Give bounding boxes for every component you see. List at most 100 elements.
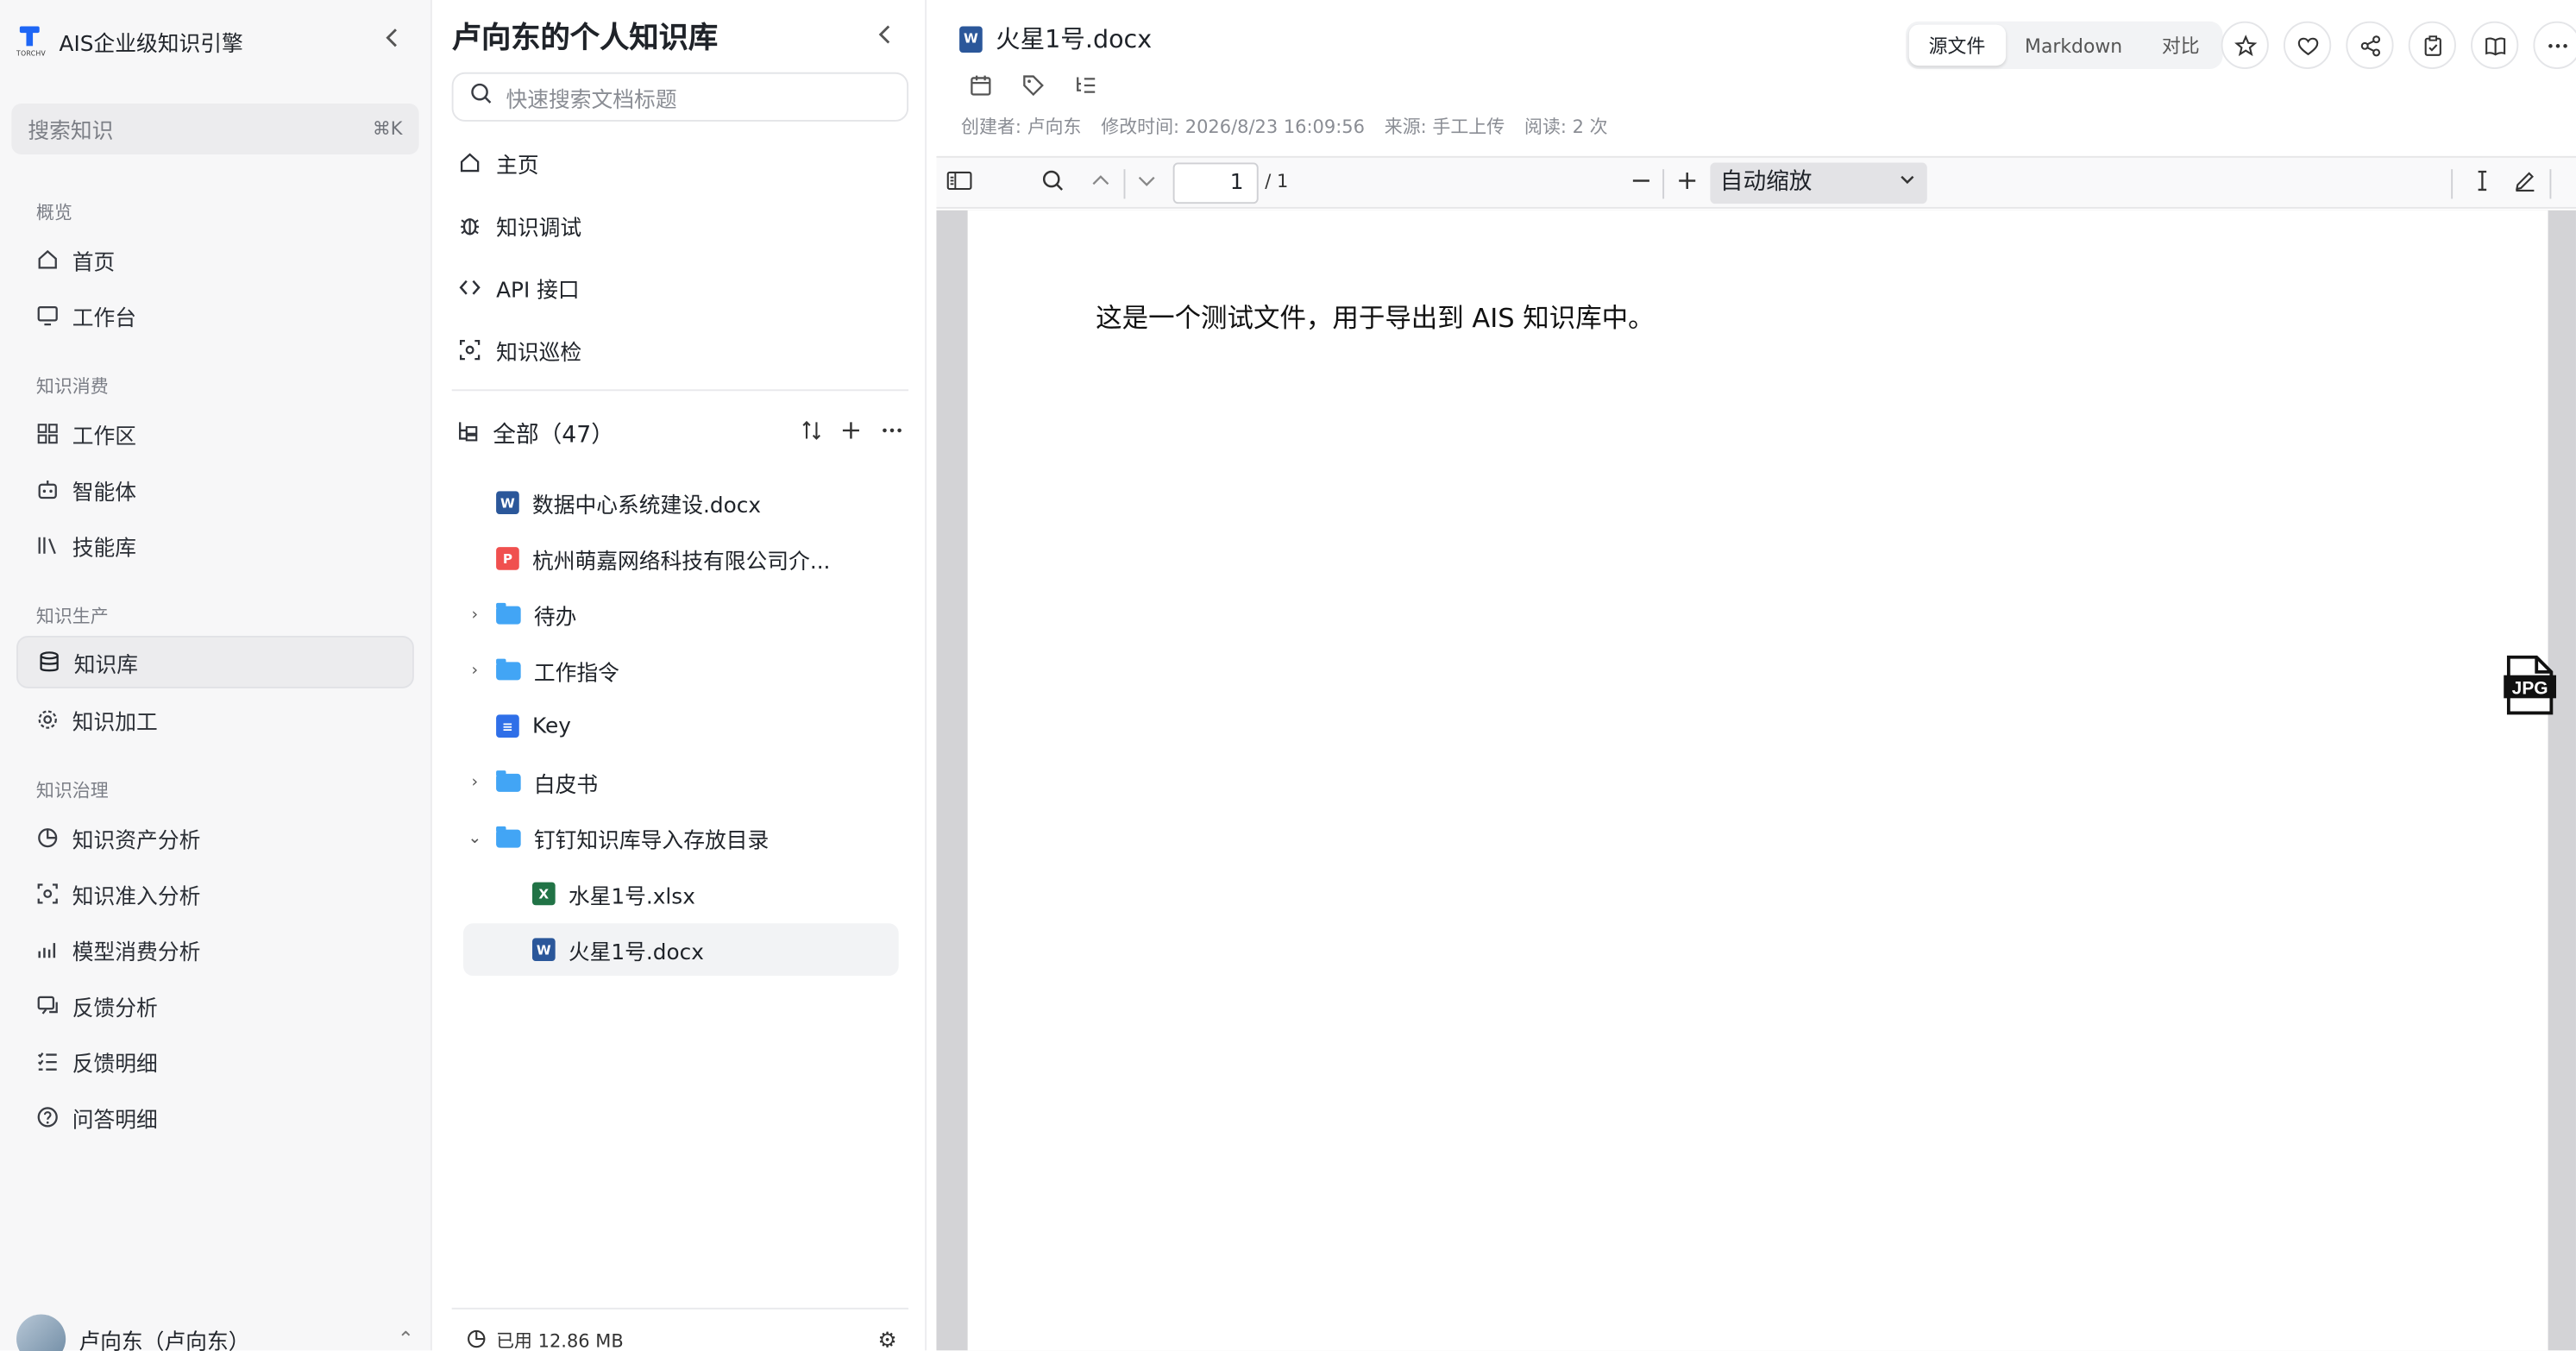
- zoom-in-icon[interactable]: [1675, 169, 1699, 198]
- brand-title: AIS企业级知识引擎: [59, 32, 243, 57]
- kb-menu-home[interactable]: 主页: [456, 138, 900, 187]
- nav-skills[interactable]: 技能库: [16, 519, 414, 572]
- sidebar-search[interactable]: 搜索知识 ⌘K: [11, 103, 419, 155]
- kb-menu-debug[interactable]: 知识调试: [456, 200, 900, 249]
- brand[interactable]: TORCHV AIS企业级知识引擎: [16, 23, 243, 60]
- chevron-right-icon[interactable]: ›: [463, 661, 487, 679]
- tree-item-file[interactable]: ≡ Key: [463, 700, 899, 752]
- nav-label: 模型消费分析: [72, 940, 201, 965]
- pdf-file-icon: P: [496, 547, 519, 570]
- question-icon: [36, 1106, 60, 1129]
- nav-label: 首页: [72, 250, 116, 275]
- storage-footer: 已用 12.86 MB ⚙: [467, 1328, 897, 1351]
- tree-item-label: Key: [531, 713, 571, 738]
- chevron-left-icon: [878, 25, 890, 44]
- pen-icon[interactable]: [2514, 169, 2537, 198]
- chevron-right-icon[interactable]: ›: [463, 606, 487, 624]
- document-view: W 火星1号.docx 创建者: 卢向东 修改时间: 2026/8/23 16:…: [929, 0, 2576, 1351]
- avatar: [16, 1314, 66, 1351]
- nav-agent[interactable]: 智能体: [16, 463, 414, 516]
- folder-icon: [496, 825, 521, 847]
- nav-label: 工作区: [72, 424, 137, 449]
- nav-label: 知识准入分析: [72, 884, 201, 910]
- collapse-sidebar-button[interactable]: [381, 26, 407, 52]
- scan-icon: [456, 338, 482, 361]
- excel-file-icon: X: [531, 882, 556, 906]
- zoom-out-icon[interactable]: [1630, 169, 1653, 198]
- document-viewport[interactable]: 这是一个测试文件，用于导出到 AIS 知识库中。 JPG: [936, 210, 2576, 1351]
- kb-menu-api[interactable]: API 接口: [456, 263, 900, 312]
- tree-item-file[interactable]: W 数据中心系统建设.docx: [463, 476, 899, 529]
- like-button[interactable]: [2283, 21, 2332, 69]
- more-options-button[interactable]: [2533, 21, 2576, 69]
- outline-icon[interactable]: [1074, 74, 1097, 104]
- settings-icon[interactable]: ⚙: [878, 1329, 897, 1351]
- nav-knowledge-processing[interactable]: 知识加工: [16, 694, 414, 746]
- doc-title: 火星1号.docx: [996, 24, 1153, 54]
- nav-workspace[interactable]: 工作区: [16, 407, 414, 460]
- nav-model-analysis[interactable]: 模型消费分析: [16, 923, 414, 976]
- chevron-right-icon[interactable]: ›: [463, 773, 487, 791]
- more-icon[interactable]: [881, 421, 904, 447]
- sort-icon[interactable]: [801, 420, 821, 447]
- nav-feedback-analysis[interactable]: 反馈分析: [16, 979, 414, 1032]
- tree-item-folder[interactable]: › 工作指令: [463, 644, 899, 696]
- collapse-kb-panel-button[interactable]: [874, 23, 897, 53]
- left-sidebar: TORCHV AIS企业级知识引擎 搜索知识 ⌘K 概览 首页 工作台 知识消费…: [0, 0, 432, 1351]
- tree-item-folder[interactable]: › 白皮书: [463, 756, 899, 808]
- chevron-down-icon[interactable]: ⌄: [463, 829, 487, 847]
- nav-qa-detail[interactable]: 问答明细: [16, 1090, 414, 1143]
- divider: [2451, 169, 2453, 199]
- search-icon[interactable]: [1041, 169, 1065, 198]
- nav-feedback-detail[interactable]: 反馈明细: [16, 1035, 414, 1088]
- chevron-down-icon[interactable]: [1135, 169, 1159, 198]
- jpg-file-icon[interactable]: JPG: [2504, 654, 2557, 716]
- nav-admission-analysis[interactable]: 知识准入分析: [16, 867, 414, 920]
- more-icon: [2548, 43, 2567, 47]
- doc-header: W 火星1号.docx: [959, 22, 1152, 56]
- tab-compare[interactable]: 对比: [2142, 25, 2220, 66]
- text-cursor-icon[interactable]: [2471, 169, 2494, 198]
- tab-source-file[interactable]: 源文件: [1908, 24, 2006, 66]
- favorite-button[interactable]: [2221, 21, 2269, 69]
- bar-chart-icon: [36, 938, 60, 961]
- search-icon: [470, 82, 493, 111]
- nav-home[interactable]: 首页: [16, 233, 414, 286]
- tree-item-folder[interactable]: ⌄ 钉钉知识库导入存放目录: [463, 812, 899, 864]
- library-icon: [36, 534, 60, 557]
- share-button[interactable]: [2346, 21, 2394, 69]
- tree-item-file-selected[interactable]: W 火星1号.docx: [463, 923, 899, 977]
- user-menu[interactable]: 卢向东（卢向东） ⌃: [16, 1314, 414, 1351]
- zoom-select[interactable]: 自动缩放: [1710, 162, 1927, 204]
- tab-markdown[interactable]: Markdown: [2005, 25, 2142, 66]
- reader-button[interactable]: [2471, 21, 2519, 69]
- tree-item-folder[interactable]: › 待办: [463, 588, 899, 641]
- nav-label: 知识库: [73, 652, 138, 678]
- chat-icon: [36, 994, 60, 1017]
- nav-asset-analysis[interactable]: 知识资产分析: [16, 812, 414, 864]
- add-icon[interactable]: [841, 421, 861, 447]
- tree-title: 全部（47）: [493, 422, 614, 449]
- tree-item-label: 数据中心系统建设.docx: [531, 493, 762, 518]
- nav-workbench[interactable]: 工作台: [16, 289, 414, 342]
- nav-label: 反馈明细: [72, 1052, 158, 1078]
- chevron-up-icon[interactable]: [1090, 169, 1113, 198]
- tree-item-file[interactable]: X 水星1号.xlsx: [463, 867, 899, 920]
- sidebar-toggle-icon[interactable]: [946, 169, 972, 198]
- sidebar-search-placeholder: 搜索知识: [28, 120, 114, 145]
- page-number-input[interactable]: 1: [1172, 162, 1259, 204]
- folder-icon: [496, 657, 521, 680]
- clipboard-button[interactable]: [2408, 21, 2456, 69]
- calendar-icon[interactable]: [970, 74, 993, 104]
- tag-icon[interactable]: [1021, 74, 1045, 104]
- nav-knowledge-base[interactable]: 知识库: [16, 635, 414, 688]
- star-icon: [2234, 34, 2257, 56]
- kb-menu-label: 知识调试: [496, 216, 582, 241]
- tree-item-file[interactable]: P 杭州萌嘉网络科技有限公司介...: [463, 532, 899, 585]
- kb-menu-inspection[interactable]: 知识巡检: [456, 325, 900, 374]
- meta-creator: 创建者: 卢向东: [961, 116, 1082, 138]
- kb-search-input[interactable]: 快速搜索文档标题: [451, 72, 909, 122]
- kb-search-placeholder: 快速搜索文档标题: [506, 87, 677, 113]
- tree-structure-icon: [456, 419, 482, 449]
- chevron-updown-icon: ⌃: [397, 1327, 414, 1351]
